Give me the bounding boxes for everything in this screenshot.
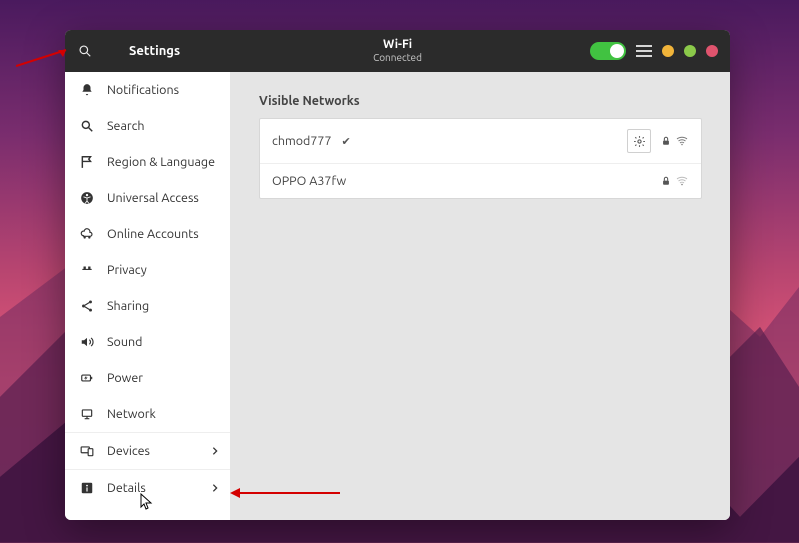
wifi-signal-icon: [675, 135, 689, 147]
chevron-right-icon: [210, 446, 220, 456]
window-close-button[interactable]: [706, 45, 718, 57]
sidebar-item-label: Details: [107, 481, 146, 495]
sidebar-item-label: Devices: [107, 444, 150, 458]
sidebar-item-label: Universal Access: [107, 191, 199, 205]
sidebar-item-label: Network: [107, 407, 156, 421]
sidebar-item-label: Sharing: [107, 299, 149, 313]
lock-icon: [661, 135, 671, 147]
settings-window: Settings Wi-Fi Connected Notifications S…: [65, 30, 730, 520]
sidebar-item-universal-access[interactable]: Universal Access: [65, 180, 230, 216]
header-search-button[interactable]: [65, 30, 105, 72]
share-icon: [79, 298, 95, 314]
content-pane: Visible Networks chmod777 ✔ OPPO A37fw: [231, 72, 730, 520]
window-maximize-button[interactable]: [684, 45, 696, 57]
sidebar-item-label: Sound: [107, 335, 142, 349]
lock-icon: [661, 175, 671, 187]
connected-check-icon: ✔: [342, 135, 351, 148]
network-settings-button[interactable]: [627, 129, 651, 153]
wifi-signal-icon: [675, 175, 689, 187]
gear-icon: [633, 135, 646, 148]
hamburger-menu-button[interactable]: [636, 45, 652, 57]
accessibility-icon: [79, 190, 95, 206]
sidebar-item-online-accounts[interactable]: Online Accounts: [65, 216, 230, 252]
sidebar-item-sound[interactable]: Sound: [65, 324, 230, 360]
sidebar-item-search[interactable]: Search: [65, 108, 230, 144]
network-list: chmod777 ✔ OPPO A37fw: [259, 118, 702, 199]
search-icon: [79, 118, 95, 134]
sidebar-item-privacy[interactable]: Privacy: [65, 252, 230, 288]
sidebar-item-network[interactable]: Network: [65, 396, 230, 432]
flag-icon: [79, 154, 95, 170]
sidebar-item-label: Privacy: [107, 263, 147, 277]
search-icon: [78, 44, 92, 58]
sidebar-item-notifications[interactable]: Notifications: [65, 72, 230, 108]
cloud-accounts-icon: [79, 226, 95, 242]
header-page-title: Wi-Fi: [373, 38, 422, 52]
info-icon: [79, 480, 95, 496]
sidebar-item-label: Search: [107, 119, 145, 133]
sidebar-item-region-language[interactable]: Region & Language: [65, 144, 230, 180]
network-row-chmod777[interactable]: chmod777 ✔: [260, 119, 701, 164]
network-name: OPPO A37fw: [272, 174, 346, 188]
header-title-center: Wi-Fi Connected: [373, 38, 422, 63]
sidebar-item-label: Online Accounts: [107, 227, 199, 241]
sidebar: Notifications Search Region & Language U…: [65, 72, 231, 520]
sidebar-item-label: Notifications: [107, 83, 179, 97]
network-status-icons: [661, 135, 689, 147]
sidebar-item-label: Region & Language: [107, 155, 215, 169]
sidebar-item-power[interactable]: Power: [65, 360, 230, 396]
section-title: Visible Networks: [259, 94, 702, 108]
sidebar-item-devices[interactable]: Devices: [65, 432, 230, 469]
sidebar-item-details[interactable]: Details: [65, 469, 230, 506]
window-minimize-button[interactable]: [662, 45, 674, 57]
header-title-left: Settings: [129, 44, 180, 58]
privacy-icon: [79, 262, 95, 278]
sidebar-item-sharing[interactable]: Sharing: [65, 288, 230, 324]
wifi-toggle[interactable]: [590, 42, 626, 60]
volume-icon: [79, 334, 95, 350]
network-row-oppo[interactable]: OPPO A37fw: [260, 164, 701, 198]
network-name: chmod777: [272, 134, 332, 148]
sidebar-item-label: Power: [107, 371, 143, 385]
devices-icon: [79, 443, 95, 459]
network-status-icons: [661, 175, 689, 187]
header-subtitle: Connected: [373, 52, 422, 64]
network-icon: [79, 406, 95, 422]
titlebar: Settings Wi-Fi Connected: [65, 30, 730, 72]
power-icon: [79, 370, 95, 386]
chevron-right-icon: [210, 483, 220, 493]
bell-icon: [79, 82, 95, 98]
